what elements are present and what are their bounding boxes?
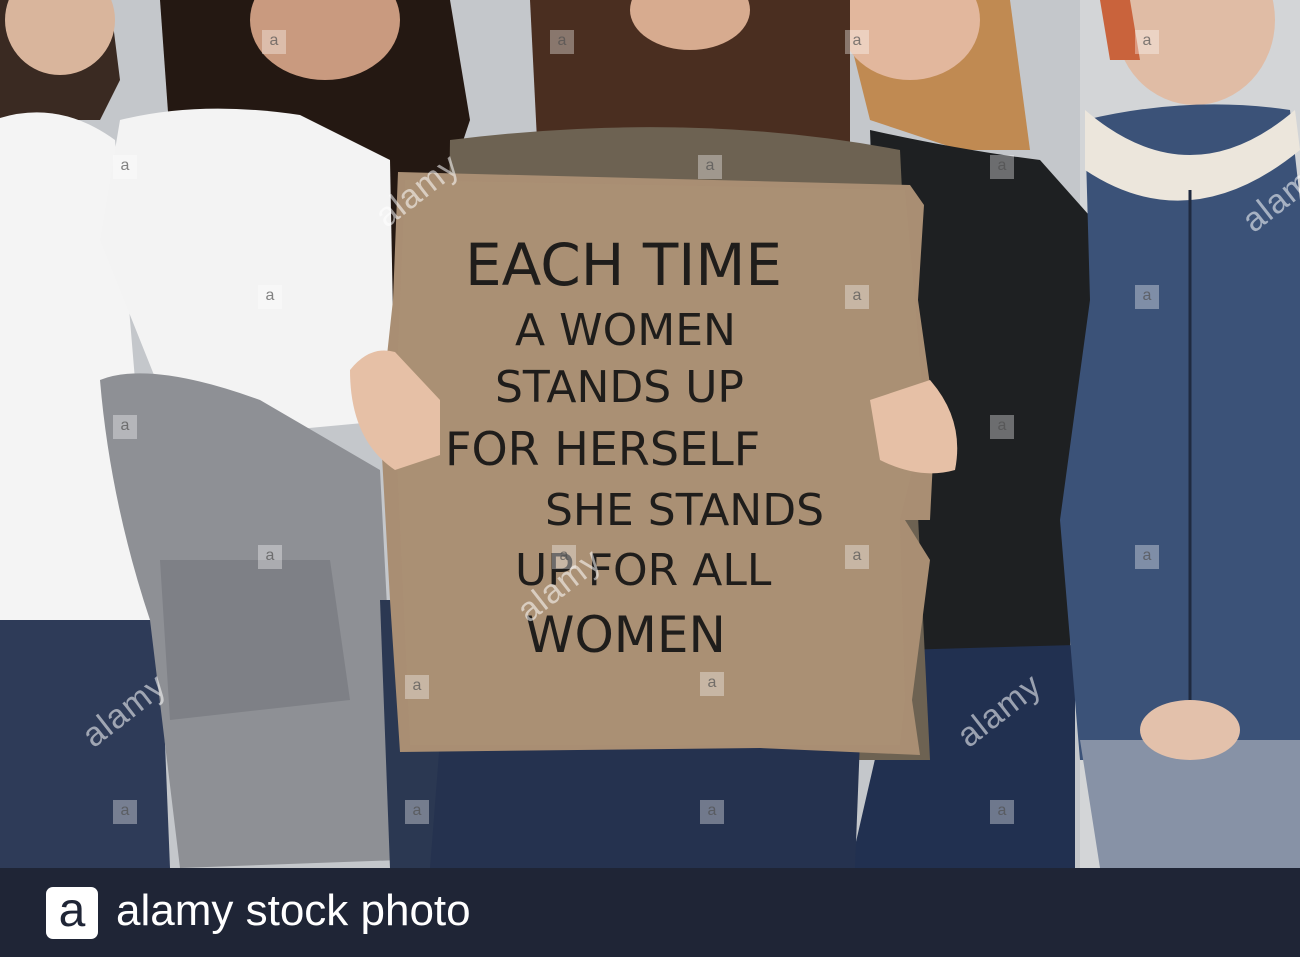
sign-line-1: EACH TIME	[465, 231, 782, 299]
watermark-mark: a	[845, 30, 869, 54]
stock-photo: EACH TIME A WOMEN STANDS UP FOR HERSELF …	[0, 0, 1300, 868]
footer-caption: alamy stock photo	[116, 886, 471, 935]
watermark-mark: a	[990, 155, 1014, 179]
watermark-mark: a	[700, 800, 724, 824]
watermark-mark: a	[1135, 285, 1159, 309]
watermark-mark: a	[845, 285, 869, 309]
watermark-mark: a	[698, 155, 722, 179]
watermark-mark: a	[258, 545, 282, 569]
watermark-mark: a	[990, 415, 1014, 439]
watermark-mark: a	[113, 800, 137, 824]
person-denim	[1060, 0, 1300, 868]
watermark-mark: a	[1135, 545, 1159, 569]
watermark-mark: a	[845, 545, 869, 569]
protest-scene: EACH TIME A WOMEN STANDS UP FOR HERSELF …	[0, 0, 1300, 868]
watermark-mark: a	[113, 155, 137, 179]
watermark-mark: a	[258, 285, 282, 309]
watermark-mark: a	[700, 672, 724, 696]
watermark-mark: a	[405, 800, 429, 824]
alamy-logo-icon: a	[46, 884, 98, 939]
sign-line-4: FOR HERSELF	[445, 422, 760, 476]
sign-line-5: SHE STANDS	[545, 485, 824, 536]
watermark-mark: a	[405, 675, 429, 699]
logo-letter: a	[58, 884, 86, 937]
watermark-mark: a	[550, 30, 574, 54]
watermark-mark: a	[262, 30, 286, 54]
watermark-mark: a	[113, 415, 137, 439]
watermark-mark: a	[1135, 30, 1159, 54]
sign-line-3: STANDS UP	[495, 362, 744, 413]
watermark-mark: a	[990, 800, 1014, 824]
sign-line-2: A WOMEN	[515, 305, 736, 356]
sign-line-7: WOMEN	[525, 606, 726, 664]
